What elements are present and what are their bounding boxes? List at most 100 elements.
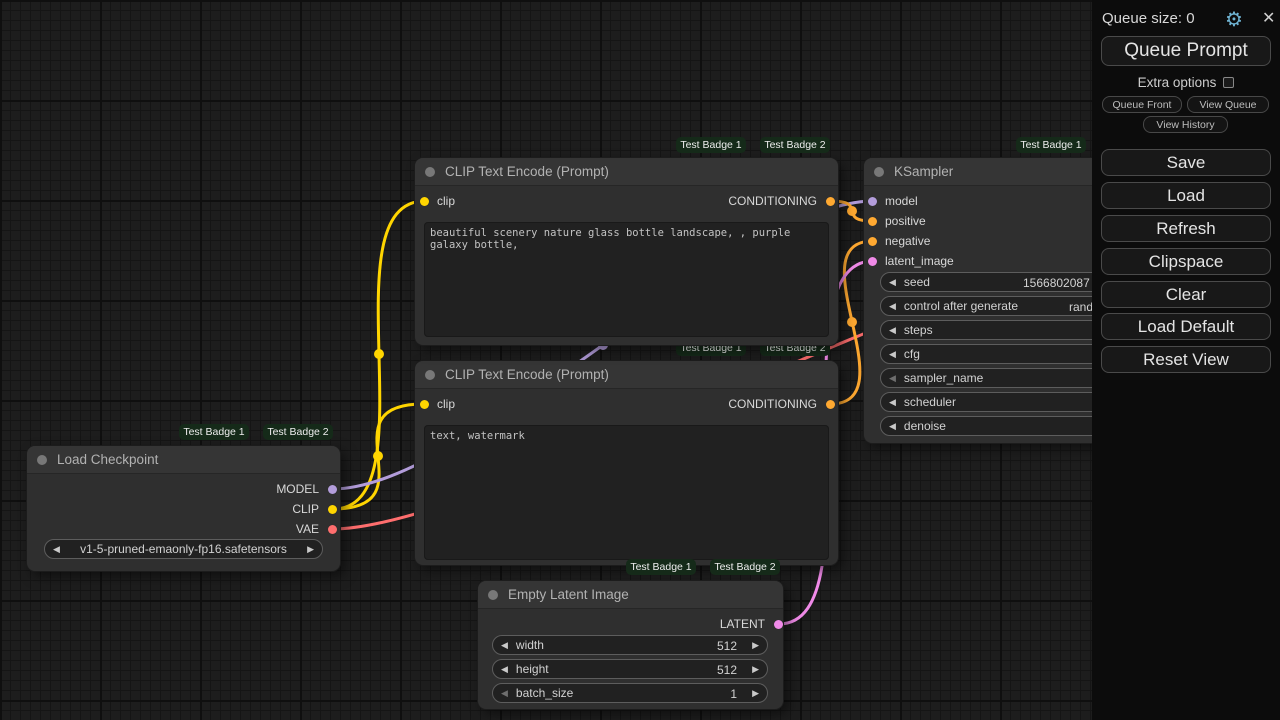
node-empty-latent-image[interactable]: Empty Latent Image LATENT ◀ width 512 ▶ …	[478, 581, 783, 709]
control-after-generate-value: rand	[1069, 297, 1093, 316]
widget-label: seed	[904, 275, 930, 289]
widget-label: batch_size	[516, 686, 573, 700]
prompt-textarea[interactable]: beautiful scenery nature glass bottle la…	[424, 222, 829, 337]
collapse-dot-icon[interactable]	[425, 370, 435, 380]
link-clip-to-negative-prompt	[333, 404, 423, 509]
node-title: CLIP Text Encode (Prompt)	[445, 367, 609, 382]
queue-prompt-button[interactable]: Queue Prompt	[1101, 36, 1271, 66]
height-widget[interactable]: ◀ height 512 ▶	[492, 659, 768, 679]
decrement-icon[interactable]: ◀	[53, 544, 60, 555]
extra-options-checkbox[interactable]	[1223, 77, 1234, 88]
increment-icon[interactable]: ▶	[752, 664, 759, 675]
latent-output-port[interactable]	[774, 620, 783, 629]
widget-label: sampler_name	[904, 371, 983, 385]
port-label: VAE	[296, 522, 319, 536]
badge: Test Badge 1	[676, 137, 746, 153]
refresh-button[interactable]: Refresh	[1101, 215, 1271, 242]
collapse-dot-icon[interactable]	[874, 167, 884, 177]
positive-input-port[interactable]	[868, 217, 877, 226]
port-label: latent_image	[885, 254, 954, 268]
extra-options-label: Extra options	[1138, 75, 1217, 90]
negative-input-port[interactable]	[868, 237, 877, 246]
port-label: CONDITIONING	[728, 397, 817, 411]
port-label: model	[885, 194, 918, 208]
badge: Test Badge 1	[179, 424, 249, 440]
widget-label: height	[516, 662, 549, 676]
collapse-dot-icon[interactable]	[425, 167, 435, 177]
badge: Test Badge 2	[760, 137, 830, 153]
increment-icon[interactable]: ▶	[307, 544, 314, 555]
settings-gear-icon[interactable]: ⚙	[1225, 7, 1243, 32]
link-dot[interactable]	[847, 206, 857, 216]
node-clip-text-encode-positive[interactable]: CLIP Text Encode (Prompt) clip CONDITION…	[415, 158, 838, 345]
height-value: 512	[717, 660, 737, 679]
link-dot[interactable]	[373, 451, 383, 461]
close-icon[interactable]: ✕	[1262, 8, 1275, 28]
decrement-icon[interactable]: ◀	[889, 301, 896, 312]
batch-size-value: 1	[730, 684, 737, 703]
decrement-icon[interactable]: ◀	[889, 421, 896, 432]
port-label: LATENT	[720, 617, 765, 631]
port-label: clip	[437, 397, 455, 411]
node-title: Empty Latent Image	[508, 587, 629, 602]
clipspace-button[interactable]: Clipspace	[1101, 248, 1271, 275]
widget-label: denoise	[904, 419, 946, 433]
model-input-port[interactable]	[868, 197, 877, 206]
queue-front-button[interactable]: Queue Front	[1102, 96, 1182, 113]
node-title: Load Checkpoint	[57, 452, 158, 467]
latent-image-input-port[interactable]	[868, 257, 877, 266]
port-label: negative	[885, 234, 930, 248]
decrement-icon[interactable]: ◀	[889, 397, 896, 408]
model-output-port[interactable]	[328, 485, 337, 494]
decrement-icon[interactable]: ◀	[501, 664, 508, 675]
view-history-button[interactable]: View History	[1143, 116, 1228, 133]
load-default-button[interactable]: Load Default	[1101, 313, 1271, 340]
collapse-dot-icon[interactable]	[488, 590, 498, 600]
clip-output-port[interactable]	[328, 505, 337, 514]
vae-output-port[interactable]	[328, 525, 337, 534]
conditioning-output-port[interactable]	[826, 197, 835, 206]
link-clip-to-positive-prompt	[333, 201, 425, 509]
queue-size-label: Queue size: 0	[1102, 10, 1195, 27]
decrement-icon[interactable]: ◀	[889, 325, 896, 336]
clear-button[interactable]: Clear	[1101, 281, 1271, 308]
decrement-icon[interactable]: ◀	[889, 277, 896, 288]
comfy-menu-panel: Queue size: 0 ⚙ ✕ Queue Prompt Extra opt…	[1092, 0, 1280, 720]
increment-icon[interactable]: ▶	[752, 640, 759, 651]
decrement-icon[interactable]: ◀	[889, 373, 896, 384]
collapse-dot-icon[interactable]	[37, 455, 47, 465]
badge: Test Badge 1	[1016, 137, 1086, 153]
clip-input-port[interactable]	[420, 197, 429, 206]
clip-input-port[interactable]	[420, 400, 429, 409]
port-label: clip	[437, 194, 455, 208]
increment-icon[interactable]: ▶	[752, 688, 759, 699]
ckpt-name-widget[interactable]: ◀ v1-5-pruned-emaonly-fp16.safetensors ▶	[44, 539, 323, 559]
widget-label: control after generate	[904, 299, 1018, 313]
width-value: 512	[717, 636, 737, 655]
batch-size-widget[interactable]: ◀ batch_size 1 ▶	[492, 683, 768, 703]
save-button[interactable]: Save	[1101, 149, 1271, 176]
node-graph-canvas[interactable]: Test Badge 1 Test Badge 2 CLIP Text Enco…	[0, 0, 1280, 720]
widget-label: cfg	[904, 347, 920, 361]
view-queue-button[interactable]: View Queue	[1187, 96, 1269, 113]
ckpt-name-value: v1-5-pruned-emaonly-fp16.safetensors	[80, 542, 287, 556]
node-clip-text-encode-negative[interactable]: CLIP Text Encode (Prompt) clip CONDITION…	[415, 361, 838, 565]
decrement-icon[interactable]: ◀	[501, 688, 508, 699]
badge: Test Badge 2	[263, 424, 333, 440]
node-load-checkpoint[interactable]: Load Checkpoint MODEL CLIP VAE ◀ v1-5-pr…	[27, 446, 340, 571]
widget-label: width	[516, 638, 544, 652]
decrement-icon[interactable]: ◀	[889, 349, 896, 360]
node-title: CLIP Text Encode (Prompt)	[445, 164, 609, 179]
link-dot[interactable]	[847, 317, 857, 327]
seed-value: 1566802087	[1023, 273, 1090, 292]
prompt-textarea[interactable]: text, watermark	[424, 425, 829, 560]
load-button[interactable]: Load	[1101, 182, 1271, 209]
link-dot[interactable]	[374, 349, 384, 359]
conditioning-output-port[interactable]	[826, 400, 835, 409]
width-widget[interactable]: ◀ width 512 ▶	[492, 635, 768, 655]
port-label: CONDITIONING	[728, 194, 817, 208]
reset-view-button[interactable]: Reset View	[1101, 346, 1271, 373]
decrement-icon[interactable]: ◀	[501, 640, 508, 651]
widget-label: scheduler	[904, 395, 956, 409]
port-label: positive	[885, 214, 926, 228]
